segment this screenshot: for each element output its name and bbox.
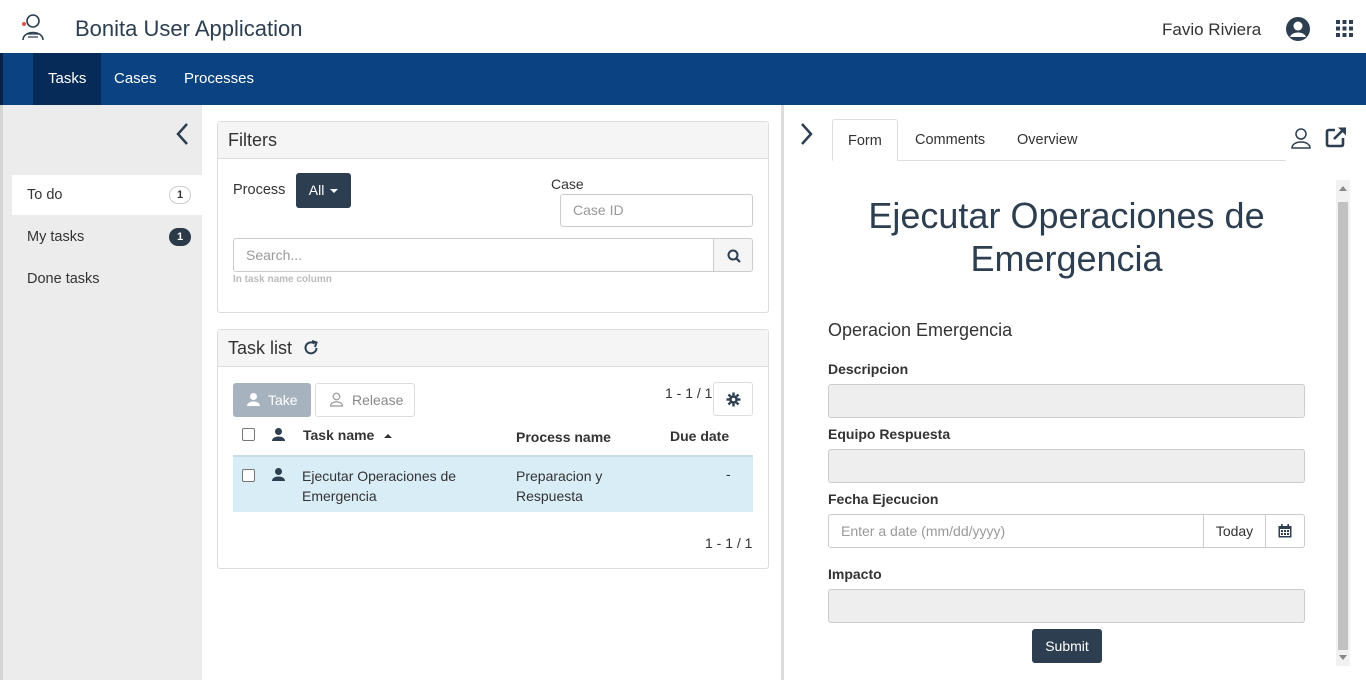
tab-form[interactable]: Form bbox=[832, 119, 898, 161]
assignee-column-person-icon bbox=[272, 428, 285, 441]
process-filter-dropdown[interactable]: All bbox=[296, 173, 351, 208]
task-list-heading: Task list bbox=[218, 330, 768, 367]
main-navbar: Tasks Cases Processes bbox=[0, 53, 1366, 105]
table-settings-button[interactable] bbox=[713, 382, 753, 416]
process-name-line: Preparacion y bbox=[516, 468, 603, 484]
submit-button[interactable]: Submit bbox=[1032, 629, 1102, 663]
sidebar-item-my-tasks[interactable]: My tasks 1 bbox=[12, 217, 205, 257]
case-filter-label: Case bbox=[551, 176, 584, 192]
panel-divider[interactable] bbox=[781, 105, 784, 680]
app-header: Bonita User Application Favio Riviera bbox=[0, 0, 1366, 53]
task-filter-sidebar: To do 1 My tasks 1 Done tasks bbox=[0, 105, 205, 680]
nav-tasks[interactable]: Tasks bbox=[33, 53, 102, 105]
collapse-sidebar-chevron-left-icon[interactable] bbox=[173, 121, 191, 147]
collapse-detail-chevron-right-icon[interactable] bbox=[798, 121, 816, 147]
scroll-up-arrow-icon[interactable] bbox=[1339, 186, 1347, 191]
fecha-ejecucion-input[interactable]: Enter a date (mm/dd/yyyy) bbox=[828, 514, 1204, 548]
apps-grid-icon[interactable] bbox=[1336, 20, 1353, 37]
todo-count-badge: 1 bbox=[169, 186, 191, 204]
refresh-icon[interactable] bbox=[302, 339, 320, 357]
equipo-respuesta-field[interactable] bbox=[828, 449, 1305, 483]
my-tasks-count-badge: 1 bbox=[169, 228, 191, 246]
task-name-line: Emergencia bbox=[302, 488, 377, 504]
task-name-column-header[interactable]: Task name bbox=[303, 427, 393, 443]
person-outline-icon bbox=[329, 392, 344, 407]
search-icon bbox=[727, 249, 741, 263]
row-checkbox[interactable] bbox=[242, 469, 255, 482]
caret-down-icon bbox=[330, 189, 339, 194]
release-label: Release bbox=[352, 392, 404, 408]
due-date-cell: - bbox=[726, 466, 731, 482]
today-button[interactable]: Today bbox=[1203, 514, 1266, 548]
sidebar-item-label: Done tasks bbox=[27, 271, 100, 287]
descripcion-field[interactable] bbox=[828, 384, 1305, 418]
search-hint: In task name column bbox=[233, 274, 332, 285]
descripcion-label: Descripcion bbox=[828, 361, 909, 377]
sidebar-item-todo[interactable]: To do 1 bbox=[12, 175, 205, 215]
sidebar-item-done-tasks[interactable]: Done tasks bbox=[12, 259, 205, 299]
assign-user-icon[interactable] bbox=[1290, 127, 1312, 149]
bonita-logo-icon[interactable] bbox=[18, 12, 48, 42]
form-scrollbar[interactable] bbox=[1336, 180, 1350, 666]
gear-icon bbox=[726, 392, 741, 407]
process-name-column-header[interactable]: Process name bbox=[516, 429, 611, 445]
impacto-field[interactable] bbox=[828, 589, 1305, 623]
scroll-down-arrow-icon[interactable] bbox=[1339, 655, 1347, 660]
impacto-label: Impacto bbox=[828, 566, 882, 582]
search-button[interactable] bbox=[713, 238, 753, 272]
pagination-top: 1 - 1 / 1 bbox=[665, 385, 713, 401]
filters-panel: Filters Process All Case Case ID Search.… bbox=[217, 121, 769, 313]
take-button[interactable]: Take bbox=[233, 383, 311, 417]
equipo-respuesta-label: Equipo Respuesta bbox=[828, 426, 951, 442]
user-account-icon[interactable] bbox=[1285, 16, 1311, 42]
task-list-title: Task list bbox=[228, 338, 293, 358]
nav-processes[interactable]: Processes bbox=[169, 53, 269, 105]
calendar-button[interactable] bbox=[1265, 514, 1305, 548]
task-name-cell[interactable]: Ejecutar Operaciones de Emergencia bbox=[302, 466, 456, 506]
case-id-input[interactable]: Case ID bbox=[560, 194, 753, 227]
user-name[interactable]: Favio Riviera bbox=[1162, 20, 1261, 40]
fecha-ejecucion-label: Fecha Ejecucion bbox=[828, 491, 939, 507]
task-name-line: Ejecutar Operaciones de bbox=[302, 468, 457, 484]
process-filter-value: All bbox=[308, 182, 325, 198]
pagination-bottom: 1 - 1 / 1 bbox=[705, 535, 753, 551]
task-name-header-label: Task name bbox=[303, 427, 375, 443]
form-subtitle: Operacion Emergencia bbox=[828, 320, 1013, 340]
filters-heading: Filters bbox=[218, 122, 768, 159]
due-date-column-header[interactable]: Due date bbox=[670, 428, 729, 444]
process-filter-label: Process bbox=[233, 182, 286, 198]
task-list-panel: Task list Take Release 1 - 1 / 1 Task na… bbox=[217, 329, 769, 569]
sidebar-item-label: To do bbox=[27, 187, 63, 203]
sort-ascending-icon bbox=[384, 434, 393, 439]
process-name-cell: Preparacion y Respuesta bbox=[516, 466, 602, 506]
take-label: Take bbox=[268, 392, 298, 408]
process-name-line: Respuesta bbox=[516, 488, 583, 504]
app-title: Bonita User Application bbox=[75, 16, 303, 41]
release-button[interactable]: Release bbox=[315, 383, 415, 417]
assigned-person-icon bbox=[272, 468, 285, 481]
tab-comments[interactable]: Comments bbox=[900, 119, 1000, 161]
person-icon bbox=[247, 393, 260, 406]
open-in-new-window-icon[interactable] bbox=[1325, 126, 1348, 148]
table-row[interactable]: Ejecutar Operaciones de Emergencia Prepa… bbox=[233, 455, 753, 512]
sidebar-item-label: My tasks bbox=[27, 229, 85, 245]
task-search-input[interactable]: Search... bbox=[233, 238, 714, 272]
form-title: Ejecutar Operaciones de Emergencia bbox=[868, 195, 1265, 279]
tab-overview[interactable]: Overview bbox=[1002, 119, 1092, 161]
scrollbar-thumb[interactable] bbox=[1338, 202, 1348, 650]
nav-cases[interactable]: Cases bbox=[99, 53, 172, 105]
calendar-icon bbox=[1278, 524, 1292, 538]
select-all-checkbox[interactable] bbox=[242, 428, 255, 441]
